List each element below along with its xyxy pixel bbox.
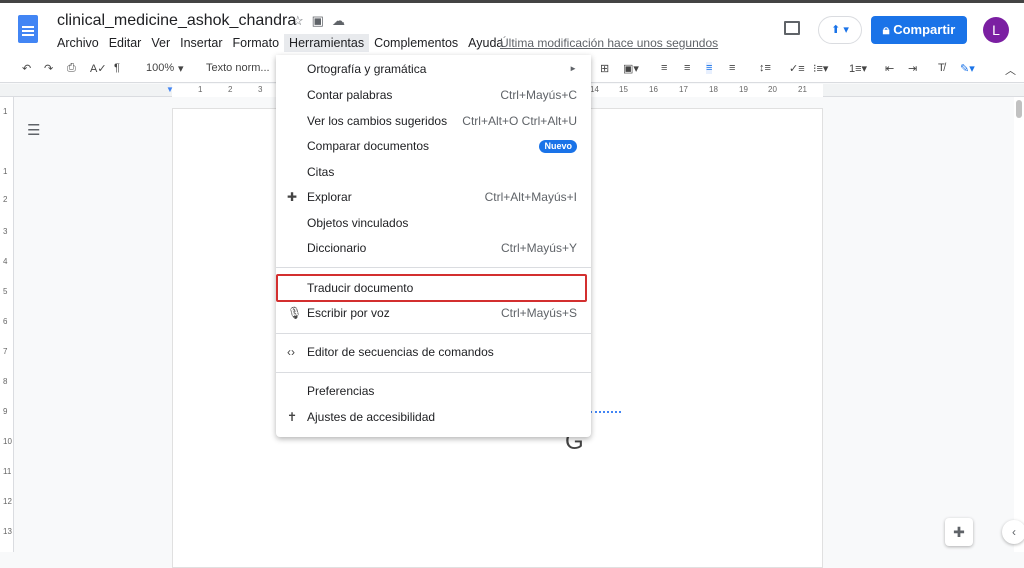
document-title[interactable]: clinical_medicine_ashok_chandra xyxy=(57,12,296,30)
menu-item-dictionary[interactable]: Diccionario Ctrl+Mayús+Y xyxy=(276,235,591,261)
print-icon[interactable]: ⎙ xyxy=(67,62,76,75)
move-folder-icon[interactable]: ▣ xyxy=(312,13,332,28)
docs-logo-icon[interactable] xyxy=(18,15,38,43)
explore-icon: ✚ xyxy=(287,190,298,204)
ruler-tick: 5 xyxy=(3,287,8,296)
align-right-icon[interactable]: ≡ xyxy=(706,62,713,74)
menu-item-explore[interactable]: ✚ Explorar Ctrl+Alt+Mayús+I xyxy=(276,184,591,210)
redo-icon[interactable]: ↷ xyxy=(44,62,53,75)
avatar[interactable]: L xyxy=(983,17,1009,43)
menu-formato[interactable]: Formato xyxy=(228,34,285,52)
align-left-icon[interactable]: ≡ xyxy=(661,62,667,74)
side-panel-toggle[interactable]: ‹ xyxy=(1002,520,1024,544)
ruler-tick: 11 xyxy=(3,467,12,476)
menu-item-preferences[interactable]: Preferencias xyxy=(276,378,591,404)
ruler-tick: 17 xyxy=(679,85,688,94)
ruler-tick: 16 xyxy=(649,85,658,94)
menu-item-word-count[interactable]: Contar palabras Ctrl+Mayús+C xyxy=(276,82,591,108)
menu-insertar[interactable]: Insertar xyxy=(175,34,227,52)
increase-indent-icon[interactable]: ⇥ xyxy=(908,62,917,75)
chevron-down-icon[interactable]: ▾ xyxy=(178,62,184,75)
ruler-tick: 1 xyxy=(3,107,8,116)
ruler-tick: 21 xyxy=(798,85,807,94)
ruler-tick: 3 xyxy=(258,85,263,94)
menu-item-voice-typing[interactable]: 🎙︎ Escribir por voz Ctrl+Mayús+S xyxy=(276,300,591,326)
menu-bar: Archivo Editar Ver Insertar Formato Herr… xyxy=(52,34,508,52)
microphone-icon: 🎙︎ xyxy=(287,306,303,320)
ruler-tick: 6 xyxy=(3,317,8,326)
new-badge: Nuevo xyxy=(539,140,577,153)
menu-editar[interactable]: Editar xyxy=(104,34,147,52)
ruler-tick: 2 xyxy=(3,195,8,204)
menu-item-accessibility[interactable]: ✝ Ajustes de accesibilidad xyxy=(276,404,591,430)
cloud-saved-icon: ☁ xyxy=(331,13,353,28)
checklist-icon[interactable]: ✓≡ xyxy=(789,62,805,75)
ruler-tick: 10 xyxy=(3,437,12,446)
align-center-icon[interactable]: ≡ xyxy=(684,62,690,74)
ruler-tick: 15 xyxy=(619,85,628,94)
vertical-ruler: 1 1 2 3 4 5 6 7 8 9 10 11 12 13 xyxy=(0,97,14,552)
title-icons: ☆▣☁ xyxy=(292,13,353,29)
zoom-select[interactable]: 100% xyxy=(146,62,174,74)
decrease-indent-icon[interactable]: ⇤ xyxy=(885,62,894,75)
menu-item-script-editor[interactable]: ‹› Editor de secuencias de comandos xyxy=(276,339,591,365)
undo-icon[interactable]: ↶ xyxy=(22,62,31,75)
highlight-box xyxy=(276,274,587,302)
justify-icon[interactable]: ≡ xyxy=(729,62,735,74)
ruler-tick: 12 xyxy=(3,497,12,506)
add-comment-icon[interactable]: ⊞ xyxy=(600,62,609,75)
paint-format-icon[interactable]: ¶ xyxy=(114,62,120,74)
menu-archivo[interactable]: Archivo xyxy=(52,34,104,52)
top-bar: clinical_medicine_ashok_chandra ☆▣☁ Arch… xyxy=(0,0,1024,55)
ruler-tick: 9 xyxy=(3,407,8,416)
clear-formatting-icon[interactable]: T̸ xyxy=(938,62,945,74)
share-label: Compartir xyxy=(893,22,956,37)
ruler-tick: 3 xyxy=(3,227,8,236)
hide-menus-icon[interactable]: ︿ xyxy=(1005,62,1016,78)
star-icon[interactable]: ☆ xyxy=(292,13,312,28)
numbered-list-icon[interactable]: 1≡▾ xyxy=(849,62,867,75)
menu-item-citations[interactable]: Citas xyxy=(276,159,591,185)
editing-mode-icon[interactable]: ✎▾ xyxy=(960,62,975,75)
ruler-tick: 1 xyxy=(3,167,8,176)
insert-image-icon[interactable]: ▣▾ xyxy=(623,62,639,75)
ruler-tick: 4 xyxy=(3,257,8,266)
indent-marker-icon[interactable]: ▼ xyxy=(166,85,174,94)
accessibility-icon: ✝ xyxy=(287,410,298,424)
present-button[interactable]: ⬆ ▾ xyxy=(818,16,862,44)
last-modified-link[interactable]: Última modificación hace unos segundos xyxy=(500,36,718,50)
menu-herramientas[interactable]: Herramientas xyxy=(284,34,370,52)
spellcheck-icon[interactable]: A✓ xyxy=(90,62,107,75)
code-icon: ‹› xyxy=(287,345,295,359)
ruler-tick: 19 xyxy=(739,85,748,94)
ruler-tick: 13 xyxy=(3,527,12,536)
submenu-arrow-icon: ► xyxy=(569,64,577,73)
comments-icon[interactable] xyxy=(784,21,800,35)
menu-item-suggested-changes[interactable]: Ver los cambios sugeridos Ctrl+Alt+O Ctrl… xyxy=(276,108,591,134)
ruler-tick: 18 xyxy=(709,85,718,94)
ruler-tick: 14 xyxy=(590,85,599,94)
explore-button[interactable]: ✚ xyxy=(945,518,973,546)
document-outline-icon[interactable]: ☰ xyxy=(27,121,40,139)
tools-menu: Ortografía y gramática ► Contar palabras C… xyxy=(276,55,591,437)
menu-item-compare[interactable]: Comparar documentos Nuevo xyxy=(276,133,591,159)
scrollbar[interactable] xyxy=(1014,97,1024,552)
menu-item-spelling[interactable]: Ortografía y gramática ► xyxy=(276,56,591,82)
share-button[interactable]: 🔒︎ Compartir xyxy=(871,16,967,44)
line-spacing-icon[interactable]: ↕≡ xyxy=(759,62,771,74)
bulleted-list-icon[interactable]: ⁝≡▾ xyxy=(813,62,828,75)
ruler-tick: 2 xyxy=(228,85,233,94)
menu-ver[interactable]: Ver xyxy=(146,34,175,52)
style-select[interactable]: Texto norm... xyxy=(206,62,270,74)
ruler-tick: 7 xyxy=(3,347,8,356)
ruler-tick: 8 xyxy=(3,377,8,386)
menu-item-linked-objects[interactable]: Objetos vinculados xyxy=(276,210,591,236)
ruler-tick: 20 xyxy=(768,85,777,94)
spelling-underline xyxy=(590,410,621,413)
menu-complementos[interactable]: Complementos xyxy=(369,34,463,52)
lock-icon: 🔒︎ xyxy=(882,22,894,37)
ruler-tick: 1 xyxy=(198,85,203,94)
